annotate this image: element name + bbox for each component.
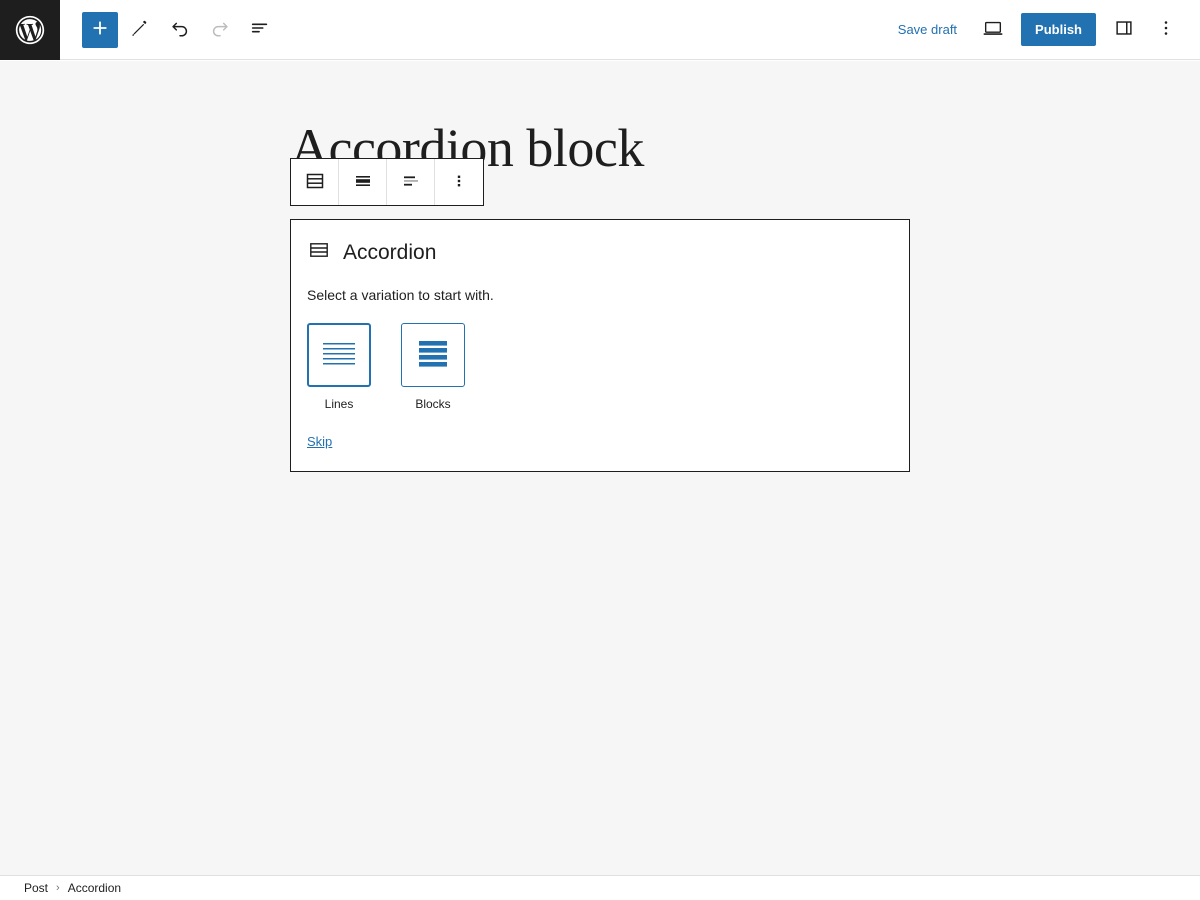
editor-header: Save draft Publish: [0, 0, 1200, 60]
accordion-placeholder-instructions: Select a variation to start with.: [307, 287, 494, 303]
wordpress-logo-button[interactable]: [0, 0, 60, 60]
editor-options-button[interactable]: [1148, 12, 1184, 48]
accordion-block-icon: [303, 169, 327, 196]
variation-lines-tile[interactable]: [307, 323, 371, 387]
text-align-left-icon: [399, 169, 423, 196]
desktop-preview-icon: [982, 17, 1004, 42]
block-more-options-button[interactable]: [435, 159, 483, 205]
variation-lines-label: Lines: [324, 397, 354, 411]
align-wide-icon: [351, 169, 375, 196]
variation-list: Lines Blocks: [307, 323, 893, 411]
wordpress-logo-icon: [13, 13, 47, 47]
skip-link[interactable]: Skip: [307, 434, 332, 449]
redo-button[interactable]: [202, 12, 238, 48]
plus-icon: [89, 17, 111, 42]
pencil-icon: [129, 17, 151, 42]
publish-button[interactable]: Publish: [1021, 13, 1096, 46]
undo-button[interactable]: [162, 12, 198, 48]
editor-footer-breadcrumb: Post › Accordion: [0, 875, 1200, 900]
variation-blocks-label: Blocks: [415, 397, 451, 411]
block-type-accordion-button[interactable]: [291, 159, 339, 205]
breadcrumb-accordion[interactable]: Accordion: [68, 881, 121, 895]
edit-tool-button[interactable]: [122, 12, 158, 48]
block-toolbar: [290, 158, 484, 206]
accordion-lines-icon: [319, 337, 359, 374]
accordion-placeholder-header: Accordion: [307, 238, 893, 267]
breadcrumb-separator-icon: ›: [56, 881, 60, 894]
variation-blocks[interactable]: Blocks: [401, 323, 465, 411]
variation-blocks-tile[interactable]: [401, 323, 465, 387]
change-text-align-button[interactable]: [387, 159, 435, 205]
accordion-placeholder-title: Accordion: [343, 241, 437, 264]
accordion-block-icon: [307, 238, 331, 267]
sidebar-panel-icon: [1113, 17, 1135, 42]
accordion-blocks-icon: [413, 337, 453, 374]
change-alignment-button[interactable]: [339, 159, 387, 205]
redo-arrow-icon: [209, 17, 231, 42]
header-left-toolbar: [60, 0, 278, 60]
settings-sidebar-toggle-button[interactable]: [1106, 12, 1142, 48]
document-overview-button[interactable]: [242, 12, 278, 48]
save-draft-button[interactable]: Save draft: [886, 16, 969, 43]
list-view-icon: [249, 17, 271, 42]
add-block-button[interactable]: [82, 11, 118, 48]
editor-canvas: Accordion block Accordion Select a varia…: [0, 61, 1200, 875]
variation-lines[interactable]: Lines: [307, 323, 371, 411]
vertical-ellipsis-icon: [447, 169, 471, 196]
accordion-placeholder-block[interactable]: Accordion Select a variation to start wi…: [290, 219, 910, 472]
vertical-ellipsis-icon: [1155, 17, 1177, 42]
header-right-toolbar: Save draft Publish: [886, 0, 1200, 60]
breadcrumb-post[interactable]: Post: [24, 881, 48, 895]
preview-device-button[interactable]: [975, 12, 1011, 48]
undo-arrow-icon: [169, 17, 191, 42]
